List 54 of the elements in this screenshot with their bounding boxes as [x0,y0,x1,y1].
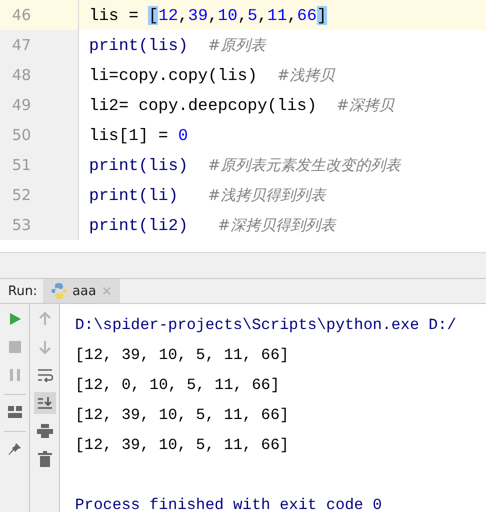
tool-button[interactable] [34,392,56,414]
code-comment: #浅拷贝得到列表 [208,186,326,204]
line-number: 47 [12,36,32,54]
scroll-to-end-icon[interactable] [36,396,52,410]
console-line: [12, 39, 10, 5, 11, 66] [75,405,290,426]
soft-wrap-icon[interactable] [36,368,52,382]
code-token: 66 [297,6,317,24]
tab-title: aaa [72,284,96,298]
code-token: lis = [89,6,140,24]
code-token: , [208,6,218,24]
code-token: , [257,6,268,24]
trash-icon[interactable] [38,451,52,467]
code-comment: #浅拷贝 [277,66,335,84]
code-comment: #深拷贝得到列表 [218,216,336,234]
code-comment: #原列表元素发生改变的列表 [208,156,400,174]
run-label: Run: [7,282,38,300]
code-token: li2= copy.deepcopy(lis) [89,96,318,114]
console-line: [12, 39, 10, 5, 11, 66] [75,345,290,366]
code-token: 10 [218,6,238,24]
code-comment: #原列表 [208,36,266,54]
line-number: 53 [12,216,32,234]
code-token: , [238,6,248,24]
code-token: 5 [247,6,258,24]
line-number: 50 [12,126,32,144]
code-token: 39 [188,6,208,24]
code-token: 11 [267,6,288,24]
console-line: D:\spider-projects\Scripts\python.exe D:/ [75,315,458,336]
code-token: , [287,6,298,24]
pin-icon[interactable] [8,442,22,456]
layout-icon[interactable] [8,406,22,418]
console-line: Process finished with exit code 0 [75,495,383,512]
python-logo-icon [51,283,68,299]
code-token: print(li) [89,186,180,204]
code-token: print(li2) [89,216,190,234]
console-line: [12, 39, 10, 5, 11, 66] [75,435,290,456]
code-token: lis[1] = [89,126,170,144]
code-token: li=copy.copy(lis) [89,66,258,84]
line-number: 51 [12,156,32,174]
code-token: 0 [178,126,188,144]
matched-bracket: ] [316,6,327,24]
code-token: , [178,6,188,24]
line-number: 49 [12,96,32,114]
matched-bracket: [ [148,6,158,24]
code-token: print(lis) [89,156,190,174]
code-token: 12 [158,6,178,24]
run-tab[interactable]: aaa × [43,279,120,303]
code-comment: #深拷贝 [336,96,394,114]
line-number: 52 [12,186,32,204]
line-number: 46 [12,6,32,24]
console-line: [12, 0, 10, 5, 11, 66] [75,375,281,396]
code-token: print(lis) [89,36,190,54]
run-icon[interactable] [8,312,22,326]
line-number: 48 [12,66,32,84]
printer-icon[interactable] [36,424,52,438]
